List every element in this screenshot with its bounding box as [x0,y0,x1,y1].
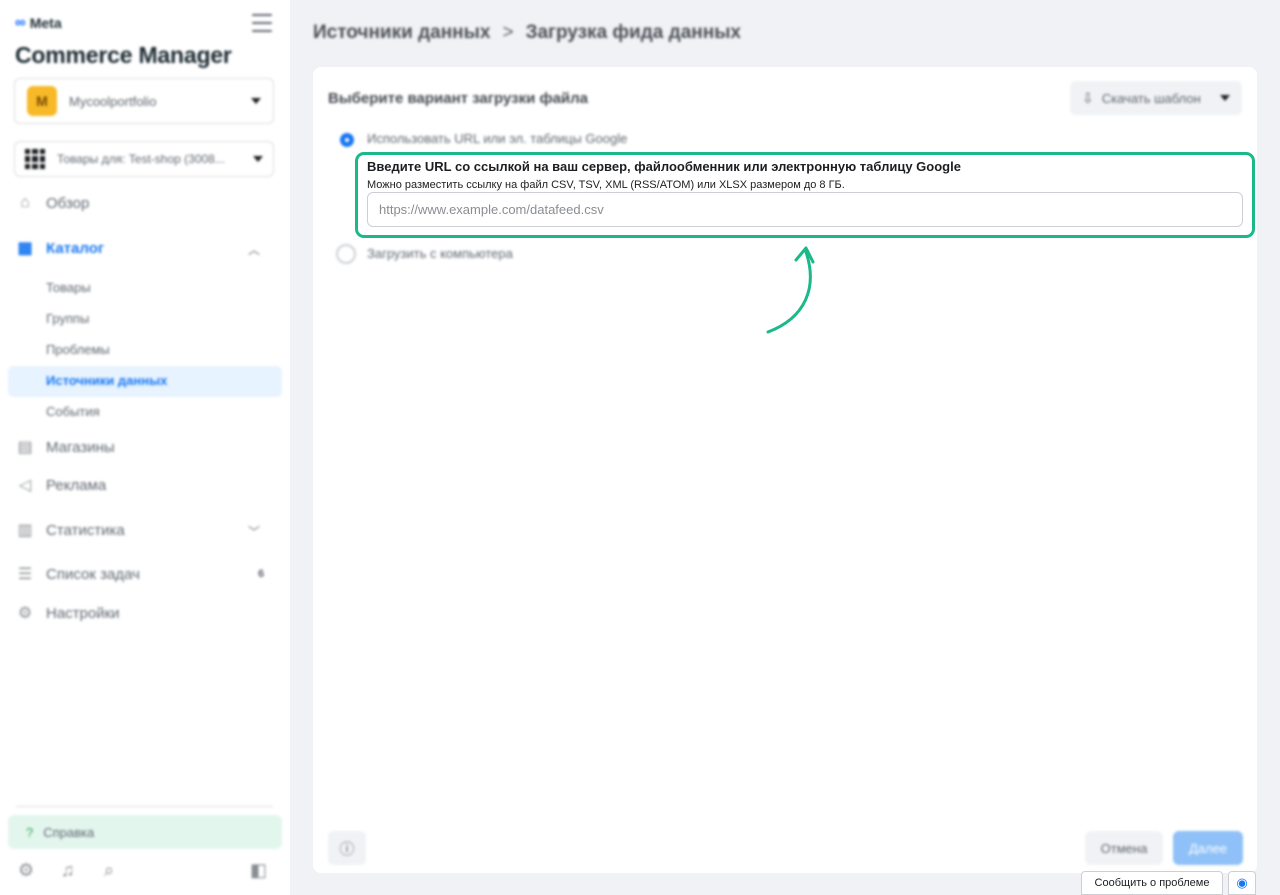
sidebar-item-label: Магазины [46,438,115,456]
sidebar-item-label: Каталог [46,239,105,257]
globe-icon[interactable]: ◉ [1228,871,1256,895]
breadcrumb-separator: > [502,22,514,43]
home-icon: ⌂ [20,194,30,211]
annotation-arrow-icon [766,246,815,334]
search-icon[interactable]: ⌕ [104,860,114,881]
meta-brand-text: Meta [29,14,62,31]
catalog-selector[interactable]: Товары для: Test-shop (3008... [14,141,274,177]
sidebar-item-label: Список задач [46,565,140,583]
sidebar-item-label: Обзор [46,194,90,212]
catalog-grid-icon [25,149,45,169]
help-button[interactable]: ? Справка [8,815,282,849]
chevron-up-icon[interactable]: ︿ [248,241,260,258]
chevron-down-icon[interactable]: ﹀ [248,523,260,540]
avatar: M [27,86,57,116]
next-button[interactable]: Далее [1173,831,1243,865]
store-icon: ▤ [17,439,33,456]
gear-icon: ⚙ [17,605,33,622]
download-icon: ⇩ [1082,89,1094,106]
breadcrumb: Источники данных > Загрузка фида данных [313,22,741,44]
catalog-grid-icon: ▦ [17,240,33,257]
sidebar-divider [16,806,273,807]
sidebar: ∞ Meta Commerce Manager M Mycoolportfoli… [0,0,290,895]
catalog-selector-label: Товары для: Test-shop (3008... [57,152,225,166]
sidebar-subitem-events[interactable]: События [46,404,100,419]
hamburger-menu-icon[interactable] [252,14,272,32]
sidebar-item-catalog[interactable]: ▦ Каталог [14,237,104,259]
url-input-section: Введите URL со ссылкой на ваш сервер, фа… [355,152,1255,238]
sidebar-item-stats[interactable]: ▥ Статистика [14,519,125,541]
chevron-down-icon [1220,95,1230,101]
url-input[interactable] [367,192,1243,227]
meta-logo: ∞ Meta [15,14,62,31]
cancel-button[interactable]: Отмена [1085,831,1163,865]
url-section-description: Можно разместить ссылку на файл CSV, TSV… [367,179,845,191]
sidebar-item-overview[interactable]: ⌂ Обзор [14,192,89,214]
question-icon: ? [26,824,34,840]
radio-url-label[interactable]: Использовать URL или эл. таблицы Google [367,131,627,146]
sidebar-item-ads[interactable]: ◁ Реклама [14,474,106,496]
app-title: Commerce Manager [15,42,232,68]
info-icon[interactable]: ⓘ [328,831,366,865]
sidebar-subitem-products[interactable]: Товары [46,280,91,295]
url-section-heading: Введите URL со ссылкой на ваш сервер, фа… [367,159,961,174]
bell-icon[interactable]: ♫ [61,860,75,881]
gear-icon[interactable]: ⚙ [18,860,34,881]
card-title: Выберите вариант загрузки файла [328,90,589,107]
help-label: Справка [43,824,95,840]
report-problem-button[interactable]: Сообщить о проблеме [1081,871,1223,895]
sidebar-subitem-groups[interactable]: Группы [46,311,89,326]
chevron-down-icon [253,156,263,162]
sidebar-item-label: Статистика [46,521,125,539]
sidebar-item-label: Настройки [46,604,120,622]
checklist-icon: ☰ [17,566,33,583]
sidebar-item-label: Реклама [46,476,107,494]
panel-toggle-icon[interactable]: ◧ [250,860,267,881]
breadcrumb-parent[interactable]: Источники данных [313,22,490,44]
sidebar-item-shops[interactable]: ▤ Магазины [14,436,115,458]
radio-url-option[interactable] [340,133,354,147]
tasks-count-badge: 6 [258,568,265,580]
sidebar-subitem-data-sources[interactable]: Источники данных [46,373,167,388]
radio-upload-option[interactable] [336,244,356,264]
account-name: Mycoolportfolio [69,93,157,109]
chevron-down-icon [251,98,261,104]
download-template-label: Скачать шаблон [1101,90,1201,106]
sidebar-subitem-problems[interactable]: Проблемы [46,342,110,357]
download-template-button[interactable]: ⇩ Скачать шаблон [1070,81,1242,115]
account-selector[interactable]: M Mycoolportfolio [14,78,274,124]
radio-upload-label[interactable]: Загрузить с компьютера [367,246,513,261]
megaphone-icon: ◁ [18,477,32,494]
meta-infinity-icon: ∞ [15,14,26,31]
sidebar-item-tasks[interactable]: ☰ Список задач [14,563,140,585]
sidebar-item-settings[interactable]: ⚙ Настройки [14,602,120,624]
breadcrumb-current: Загрузка фида данных [525,22,742,43]
bar-chart-icon: ▥ [17,522,33,539]
